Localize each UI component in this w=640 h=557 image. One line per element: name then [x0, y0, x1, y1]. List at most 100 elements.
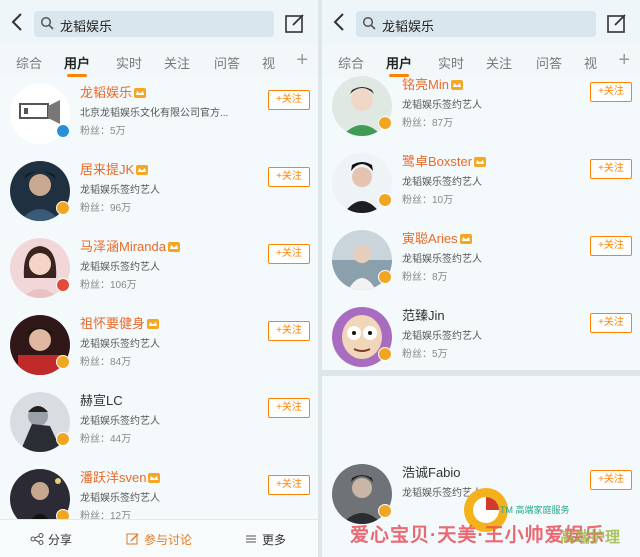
edit-icon[interactable] — [284, 12, 306, 34]
crown-icon — [459, 234, 472, 244]
tab-qa[interactable]: 问答 — [214, 53, 240, 72]
back-arrow-icon[interactable] — [330, 10, 350, 34]
user-name[interactable]: 寅聪Aries — [402, 228, 472, 247]
user-name[interactable]: 潘跃洋sven — [80, 467, 161, 486]
user-name-text: 鹭卓Boxster — [402, 154, 473, 169]
user-name[interactable]: 祖怀要健身 — [80, 313, 160, 332]
verified-badge-icon — [56, 355, 70, 369]
crown-icon — [474, 157, 487, 167]
follow-button[interactable]: +关注 — [268, 90, 310, 110]
user-row[interactable]: 居来提JK 龙韬娱乐签约艺人 粉丝：96万 +关注 — [0, 153, 318, 230]
discuss-label: 参与讨论 — [144, 533, 193, 547]
tab-video[interactable]: 视 — [262, 53, 275, 72]
fans-count: 粉丝：106万 — [80, 280, 137, 291]
verified-badge-icon — [378, 270, 392, 284]
user-name-text: 浩诚Fabio — [402, 465, 461, 480]
tab-following[interactable]: 关注 — [164, 53, 190, 72]
user-description: 龙韬娱乐签约艺人 — [80, 185, 160, 196]
search-icon — [362, 16, 376, 30]
more-button[interactable]: 更多 — [244, 531, 286, 548]
user-description: 龙韬娱乐签约艺人 — [80, 339, 160, 350]
verified-badge-icon — [56, 278, 70, 292]
fans-count: 粉丝：5万 — [80, 126, 126, 137]
discuss-button[interactable]: 参与讨论 — [126, 531, 192, 548]
verified-badge-icon — [378, 347, 392, 361]
user-row[interactable]: 铭亮Min 龙韬娱乐签约艺人 粉丝：87万 +关注 — [322, 68, 640, 145]
user-row[interactable]: 赫宣LC 龙韬娱乐签约艺人 粉丝：44万 +关注 — [0, 384, 318, 461]
user-description: 北京龙韬娱乐文化有限公司官方... — [80, 108, 229, 119]
verified-badge-icon — [378, 116, 392, 130]
share-button[interactable]: 分享 — [30, 531, 72, 548]
user-name[interactable]: 鹭卓Boxster — [402, 151, 487, 170]
verified-badge-icon — [56, 124, 70, 138]
crown-icon — [136, 165, 149, 175]
user-row[interactable]: 祖怀要健身 龙韬娱乐签约艺人 粉丝：84万 +关注 — [0, 307, 318, 384]
user-name[interactable]: 赫宣LC — [80, 390, 123, 409]
user-row[interactable]: 范臻Jin 龙韬娱乐签约艺人 粉丝：5万 +关注 — [322, 299, 640, 376]
more-label: 更多 — [262, 533, 287, 547]
fans-count: 粉丝：10万 — [402, 195, 454, 206]
search-query: 龙韬娱乐 — [60, 19, 113, 34]
user-name[interactable]: 范臻Jin — [402, 305, 445, 324]
tab-comprehensive[interactable]: 综合 — [16, 53, 42, 72]
user-name-text: 范臻Jin — [402, 308, 445, 323]
follow-button[interactable]: +关注 — [590, 159, 632, 179]
crown-icon — [147, 319, 160, 329]
user-description: 龙韬娱乐签约艺人 — [402, 177, 482, 188]
left-panel: 龙韬娱乐 综合 用户 实时 关注 问答 视 + 龙韬娱乐北京龙韬娱乐文化有限公司… — [0, 0, 318, 557]
user-name[interactable]: 龙韬娱乐 — [80, 82, 147, 101]
edit-icon[interactable] — [606, 12, 628, 34]
search-bar: 龙韬娱乐 — [0, 0, 318, 44]
search-query: 龙韬娱乐 — [382, 19, 435, 34]
verified-badge-icon — [56, 201, 70, 215]
user-name-text: 居来提JK — [80, 162, 135, 177]
user-description: 龙韬娱乐签约艺人 — [80, 493, 160, 504]
fans-count: 粉丝：5万 — [402, 349, 448, 360]
right-panel: 龙韬娱乐 综合 用户 实时 关注 问答 视 + 铭亮Min 龙韬娱乐签约艺人 粉丝：… — [322, 0, 640, 557]
user-description: 龙韬娱乐签约艺人 — [402, 331, 482, 342]
fans-count: 粉丝：96万 — [80, 203, 132, 214]
tab-users[interactable]: 用户 — [64, 53, 90, 72]
search-input[interactable]: 龙韬娱乐 — [34, 11, 274, 37]
search-bar: 龙韬娱乐 — [322, 0, 640, 44]
user-row[interactable]: 寅聪Aries 龙韬娱乐签约艺人 粉丝：8万 +关注 — [322, 222, 640, 299]
user-name-text: 龙韬娱乐 — [80, 85, 133, 100]
watermark-subtext: 高端护理 — [560, 529, 621, 546]
user-name-text: 铭亮Min — [402, 77, 449, 92]
crown-icon — [167, 242, 180, 252]
fans-count: 粉丝：8万 — [402, 272, 448, 283]
follow-button[interactable]: +关注 — [590, 82, 632, 102]
user-description: 龙韬娱乐签约艺人 — [80, 416, 160, 427]
user-row[interactable]: 龙韬娱乐北京龙韬娱乐文化有限公司官方... 粉丝：5万 +关注 — [0, 76, 318, 153]
user-name-text: 赫宣LC — [80, 393, 123, 408]
tab-realtime[interactable]: 实时 — [116, 53, 142, 72]
follow-button[interactable]: +关注 — [268, 321, 310, 341]
share-label: 分享 — [48, 533, 73, 547]
fans-count: 粉丝：44万 — [80, 434, 132, 445]
watermark-tagline: TM 高端家庭服务 — [500, 505, 570, 515]
user-name[interactable]: 马泽涵Miranda — [80, 236, 180, 255]
follow-button[interactable]: +关注 — [268, 475, 310, 495]
crown-icon — [134, 88, 147, 98]
user-row[interactable]: 鹭卓Boxster 龙韬娱乐签约艺人 粉丝：10万 +关注 — [322, 145, 640, 222]
user-list: 龙韬娱乐 北京龙韬娱乐文化有限公司官方... 粉丝：5万 +关注 居来提JK 龙韬娱乐签约… — [0, 78, 318, 557]
follow-button[interactable]: +关注 — [590, 470, 632, 490]
user-name[interactable]: 浩诚Fabio — [402, 462, 461, 481]
crown-icon — [450, 80, 463, 90]
share-icon — [30, 533, 44, 545]
follow-button[interactable]: +关注 — [268, 398, 310, 418]
back-arrow-icon[interactable] — [8, 10, 28, 34]
follow-button[interactable]: +关注 — [268, 244, 310, 264]
follow-button[interactable]: +关注 — [590, 313, 632, 333]
user-row[interactable]: 马泽涵Miranda 龙韬娱乐签约艺人 粉丝：106万 +关注 — [0, 230, 318, 307]
add-tab-icon[interactable]: + — [296, 49, 308, 72]
search-input[interactable]: 龙韬娱乐 — [356, 11, 596, 37]
follow-button[interactable]: +关注 — [268, 167, 310, 187]
verified-badge-icon — [378, 504, 392, 518]
user-name-text: 马泽涵Miranda — [80, 239, 166, 254]
fans-count: 粉丝：87万 — [402, 118, 454, 129]
user-name[interactable]: 居来提JK — [80, 159, 149, 178]
user-description: 龙韬娱乐签约艺人 — [402, 100, 482, 111]
user-name[interactable]: 铭亮Min — [402, 74, 463, 93]
follow-button[interactable]: +关注 — [590, 236, 632, 256]
